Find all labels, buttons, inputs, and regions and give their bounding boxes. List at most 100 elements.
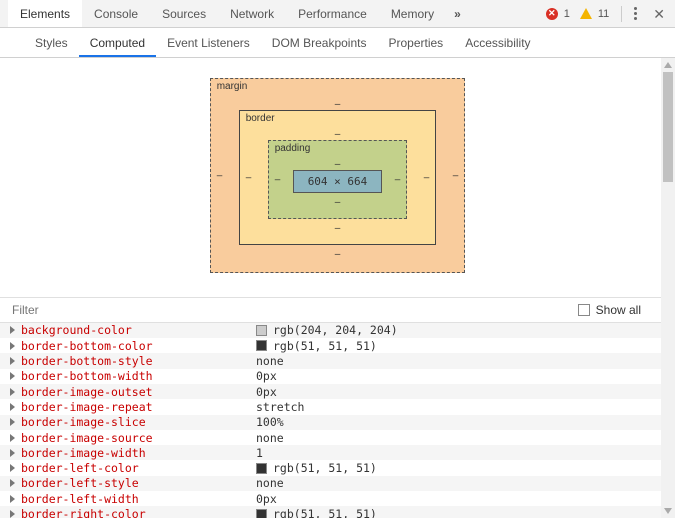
separator	[621, 6, 622, 22]
filter-bar: Show all	[0, 297, 661, 323]
property-row[interactable]: border-image-sourcenone	[0, 430, 661, 445]
property-row[interactable]: border-left-width0px	[0, 491, 661, 506]
margin-left-value: –	[217, 170, 223, 181]
subtab-event-listeners[interactable]: Event Listeners	[156, 28, 261, 57]
warning-icon[interactable]	[580, 8, 592, 19]
property-row[interactable]: border-right-colorrgb(51, 51, 51)	[0, 506, 661, 518]
tab-network[interactable]: Network	[218, 0, 286, 27]
property-row[interactable]: border-image-outset0px	[0, 384, 661, 399]
scrollbar[interactable]	[661, 58, 675, 518]
subtab-label: Event Listeners	[167, 36, 250, 50]
scrollbar-thumb[interactable]	[663, 72, 673, 182]
filter-input[interactable]	[12, 303, 578, 317]
property-value-text: 0px	[256, 369, 277, 383]
property-value: none	[256, 431, 284, 445]
expand-icon[interactable]	[10, 418, 15, 426]
subtab-computed[interactable]: Computed	[79, 28, 156, 57]
property-row[interactable]: border-left-color rgb(51, 51, 51)	[0, 460, 661, 475]
subtab-styles[interactable]: Styles	[24, 28, 79, 57]
expand-icon[interactable]	[10, 326, 15, 334]
expand-icon[interactable]	[10, 342, 15, 350]
padding-left-value: –	[275, 174, 281, 185]
tab-label: Sources	[162, 7, 206, 21]
margin-right-value: –	[453, 170, 459, 181]
subtab-label: Computed	[90, 36, 145, 50]
expand-icon[interactable]	[10, 479, 15, 487]
property-name: border-left-color	[21, 461, 256, 475]
property-name: border-bottom-style	[21, 354, 256, 368]
subtab-label: Properties	[388, 36, 443, 50]
subtab-accessibility[interactable]: Accessibility	[454, 28, 541, 57]
expand-icon[interactable]	[10, 357, 15, 365]
box-model-padding[interactable]: padding – – – 604 × 664 –	[268, 140, 408, 219]
close-icon[interactable]: ✕	[647, 7, 671, 21]
error-count[interactable]: 1	[564, 8, 570, 20]
property-value-text: none	[256, 431, 284, 445]
property-name: border-image-source	[21, 431, 256, 445]
property-row[interactable]: border-image-width1	[0, 445, 661, 460]
padding-label: padding	[275, 143, 311, 154]
box-model-margin[interactable]: margin – – – border – – – padding – – – …	[210, 78, 466, 273]
property-value: rgb(204, 204, 204)	[256, 323, 398, 337]
property-value-text: rgb(51, 51, 51)	[273, 461, 377, 475]
margin-label: margin	[217, 81, 248, 92]
property-value: 0px	[256, 369, 277, 383]
expand-icon[interactable]	[10, 495, 15, 503]
elements-subtabs: Styles Computed Event Listeners DOM Brea…	[0, 28, 675, 58]
border-left-value: –	[246, 172, 252, 183]
property-value-text: 0px	[256, 492, 277, 506]
property-row[interactable]: background-colorrgb(204, 204, 204)	[0, 323, 661, 338]
color-swatch-icon[interactable]	[256, 463, 267, 474]
tab-label: Elements	[20, 7, 70, 21]
property-name: border-left-style	[21, 476, 256, 490]
tab-performance[interactable]: Performance	[286, 0, 379, 27]
tab-elements[interactable]: Elements	[8, 0, 82, 27]
box-model-diagram: margin – – – border – – – padding – – – …	[0, 58, 675, 297]
border-top-value: –	[268, 129, 408, 140]
kebab-menu-icon[interactable]	[630, 7, 641, 20]
border-right-value: –	[424, 172, 430, 183]
subtab-label: Accessibility	[465, 36, 530, 50]
expand-icon[interactable]	[10, 510, 15, 518]
tab-sources[interactable]: Sources	[150, 0, 218, 27]
property-row[interactable]: border-left-stylenone	[0, 476, 661, 491]
checkbox-icon[interactable]	[578, 304, 590, 316]
property-value: 100%	[256, 415, 284, 429]
property-value-text: rgb(204, 204, 204)	[273, 323, 398, 337]
property-row[interactable]: border-bottom-width0px	[0, 369, 661, 384]
show-all-toggle[interactable]: Show all	[578, 303, 641, 317]
tab-memory[interactable]: Memory	[379, 0, 446, 27]
box-model-border[interactable]: border – – – padding – – – 604 × 664 – –	[239, 110, 437, 245]
toolbar-right: ✕ 1 11 ✕	[546, 6, 671, 22]
warning-count[interactable]: 11	[598, 8, 609, 20]
expand-icon[interactable]	[10, 372, 15, 380]
property-value-text: none	[256, 354, 284, 368]
tab-label: Console	[94, 7, 138, 21]
expand-icon[interactable]	[10, 434, 15, 442]
computed-pane: margin – – – border – – – padding – – – …	[0, 58, 675, 518]
tabs-overflow-button[interactable]: »	[446, 0, 469, 27]
property-name: border-right-color	[21, 507, 256, 518]
property-name: border-image-slice	[21, 415, 256, 429]
property-row[interactable]: border-bottom-colorrgb(51, 51, 51)	[0, 338, 661, 353]
color-swatch-icon[interactable]	[256, 340, 267, 351]
property-row[interactable]: border-bottom-stylenone	[0, 353, 661, 368]
property-row[interactable]: border-image-slice100%	[0, 415, 661, 430]
color-swatch-icon[interactable]	[256, 325, 267, 336]
expand-icon[interactable]	[10, 464, 15, 472]
color-swatch-icon[interactable]	[256, 509, 267, 518]
property-value: stretch	[256, 400, 304, 414]
property-value-text: stretch	[256, 400, 304, 414]
expand-icon[interactable]	[10, 403, 15, 411]
border-label: border	[246, 113, 275, 124]
property-value-text: 100%	[256, 415, 284, 429]
expand-icon[interactable]	[10, 449, 15, 457]
subtab-properties[interactable]: Properties	[377, 28, 454, 57]
property-value: rgb(51, 51, 51)	[256, 339, 377, 353]
error-icon[interactable]: ✕	[546, 8, 558, 20]
property-row[interactable]: border-image-repeatstretch	[0, 399, 661, 414]
tab-console[interactable]: Console	[82, 0, 150, 27]
subtab-dom-breakpoints[interactable]: DOM Breakpoints	[261, 28, 378, 57]
expand-icon[interactable]	[10, 388, 15, 396]
box-model-content[interactable]: 604 × 664	[293, 170, 383, 193]
